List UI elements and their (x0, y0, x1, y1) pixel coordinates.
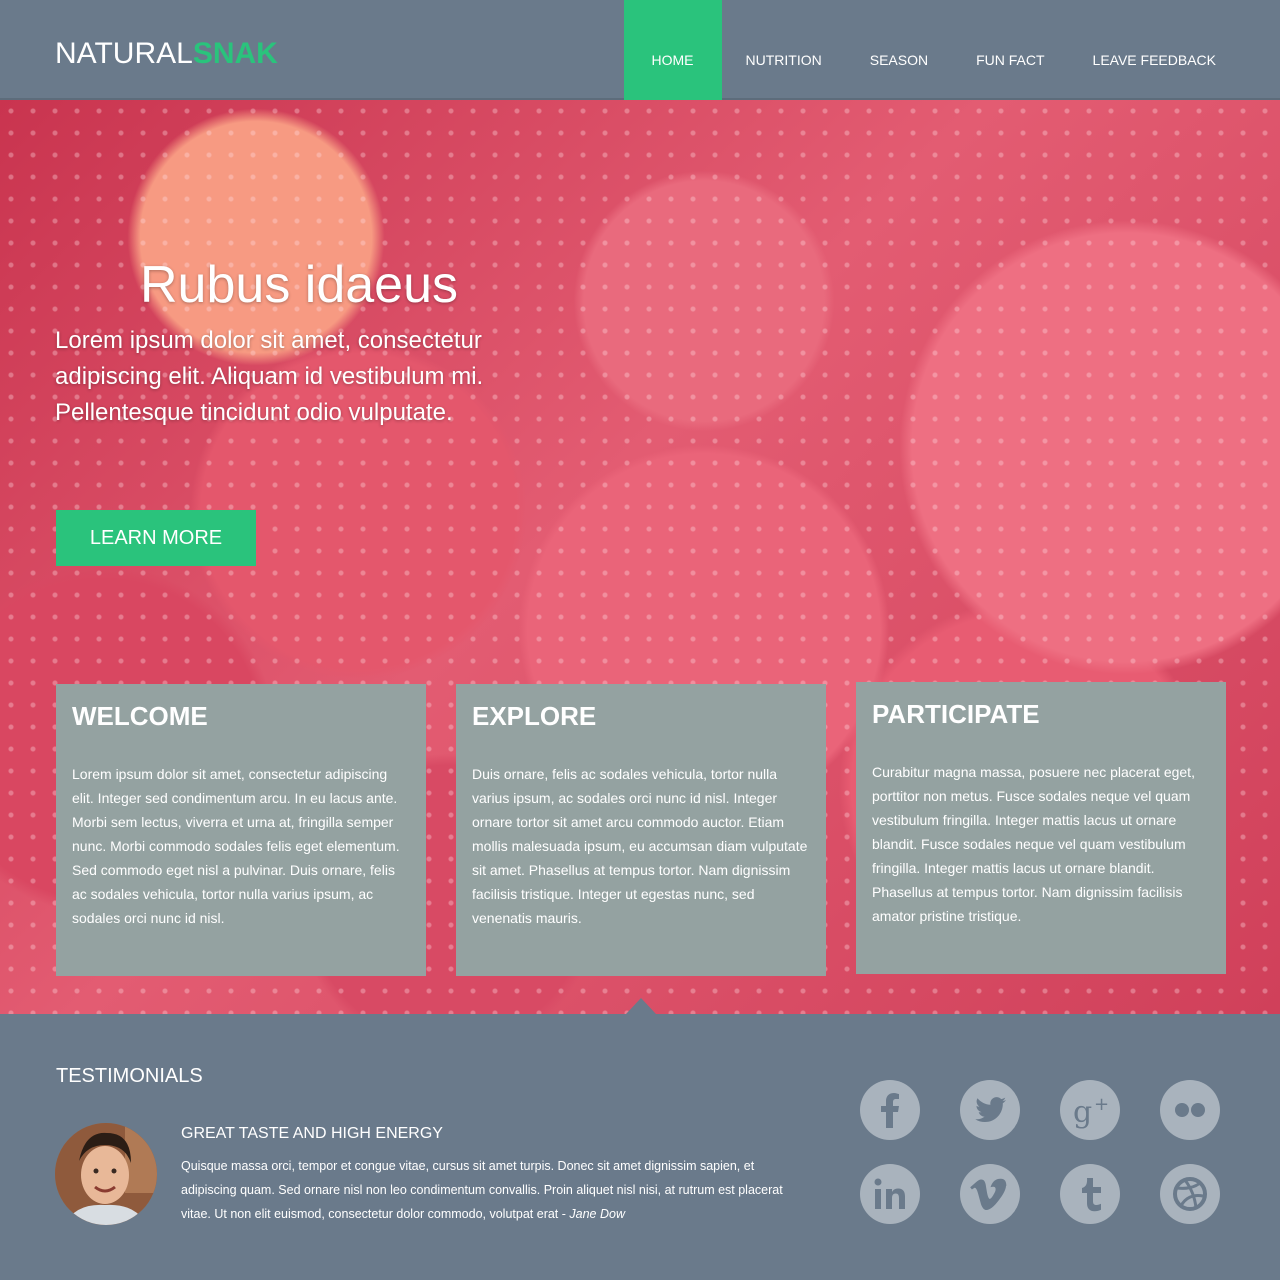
facebook-icon[interactable] (860, 1080, 920, 1140)
logo-part-natural: NATURAL (55, 37, 193, 70)
welcome-panel: WELCOME Lorem ipsum dolor sit amet, cons… (56, 684, 426, 976)
flickr-icon[interactable] (1160, 1080, 1220, 1140)
testimonials-title: TESTIMONIALS (56, 1065, 203, 1087)
nav-item-fun-fact[interactable]: FUN FACT (952, 0, 1068, 100)
svg-text:+: + (1094, 1094, 1109, 1115)
panel-title: WELCOME (72, 701, 208, 731)
testimonial-author: Jane Dow (569, 1207, 625, 1221)
site-logo[interactable]: NATURALSNAK (55, 36, 278, 72)
avatar (55, 1123, 157, 1225)
nav-item-nutrition[interactable]: NUTRITION (722, 0, 846, 100)
linkedin-icon[interactable] (860, 1164, 920, 1224)
panel-title: PARTICIPATE (872, 699, 1040, 729)
participate-panel: PARTICIPATE Curabitur magna massa, posue… (856, 682, 1226, 974)
twitter-icon[interactable] (960, 1080, 1020, 1140)
section-pointer (626, 998, 656, 1014)
explore-panel: EXPLORE Duis ornare, felis ac sodales ve… (456, 684, 826, 976)
panel-text: Lorem ipsum dolor sit amet, consectetur … (72, 766, 400, 926)
learn-more-button[interactable]: LEARN MORE (56, 510, 256, 566)
main-nav: HOME NUTRITION SEASON FUN FACT LEAVE FEE… (623, 0, 1240, 100)
logo-part-snak: SNAK (192, 37, 278, 70)
testimonial-quote: Quisque massa orci, tempor et congue vit… (181, 1154, 811, 1226)
dribbble-icon[interactable] (1160, 1164, 1220, 1224)
vimeo-icon[interactable] (960, 1164, 1020, 1224)
hero-subtitle: Lorem ipsum dolor sit amet, consectetur … (55, 327, 484, 426)
svg-text:g: g (1073, 1095, 1092, 1130)
google-plus-icon[interactable]: g + (1060, 1080, 1120, 1140)
testimonial-text: Quisque massa orci, tempor et congue vit… (181, 1159, 783, 1221)
panel-text: Curabitur magna massa, posuere nec place… (872, 764, 1195, 924)
panel-text: Duis ornare, felis ac sodales vehicula, … (472, 766, 808, 926)
hero-title: Rubus idaeus (140, 256, 458, 314)
testimonial-heading: GREAT TASTE AND HIGH ENERGY (181, 1125, 443, 1142)
nav-item-season[interactable]: SEASON (846, 0, 952, 100)
nav-item-leave-feedback[interactable]: LEAVE FEEDBACK (1069, 0, 1240, 100)
nav-item-home[interactable]: HOME (623, 0, 722, 100)
panel-title: EXPLORE (472, 701, 597, 731)
hero-banner: Rubus idaeus Lorem ipsum dolor sit amet,… (0, 100, 1280, 1014)
site-header: NATURALSNAK HOME NUTRITION SEASON FUN FA… (0, 0, 1280, 100)
testimonials-footer: TESTIMONIALS GREAT TASTE AND HIGH ENERGY… (0, 1014, 1280, 1280)
tumblr-icon[interactable] (1060, 1164, 1120, 1224)
